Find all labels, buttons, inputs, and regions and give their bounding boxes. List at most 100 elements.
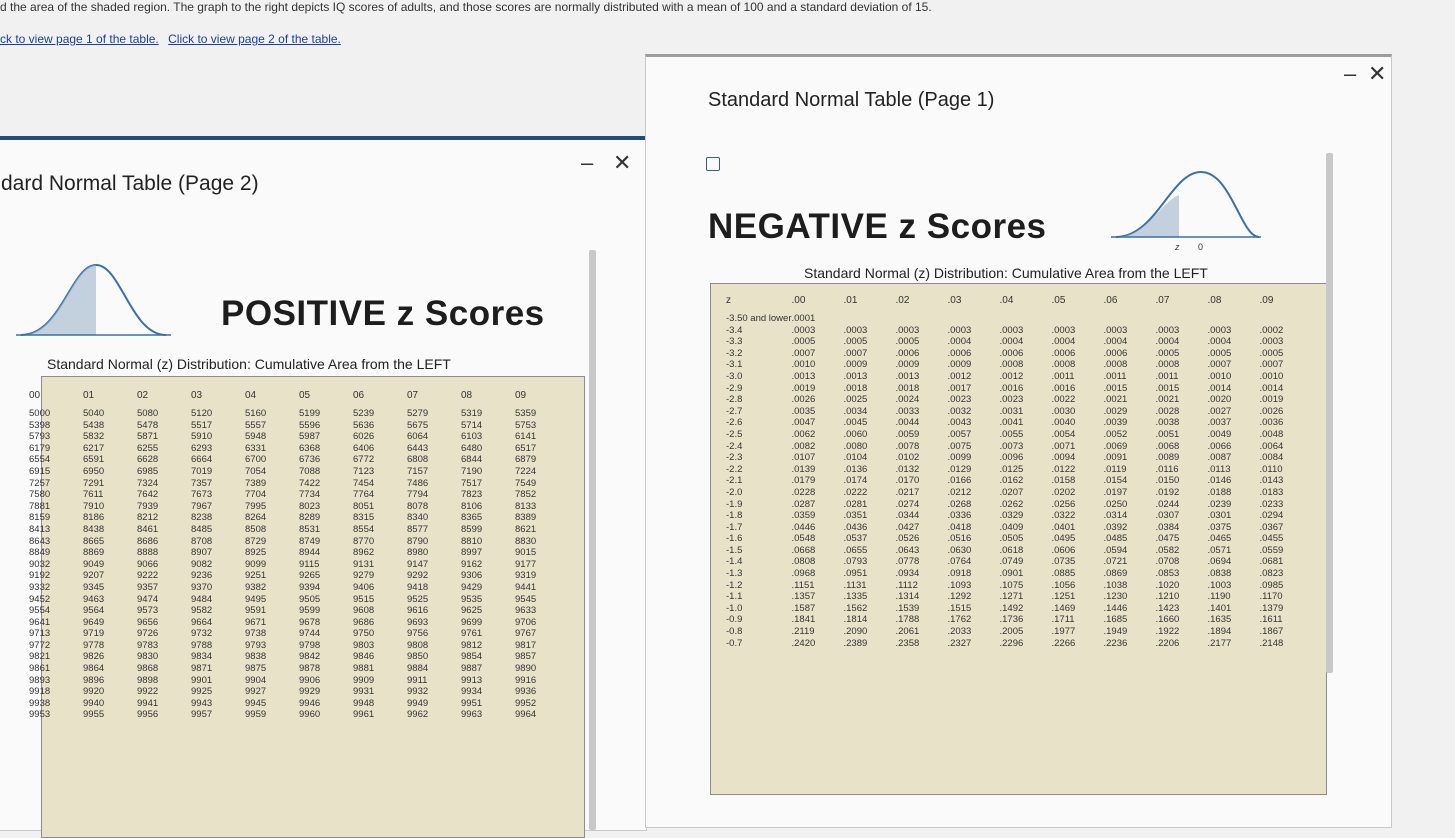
- column-header: 02: [137, 390, 149, 402]
- table-cell: .0838: [1207, 568, 1232, 580]
- table-cell: 5753: [515, 419, 537, 431]
- table-cell: 7190: [461, 465, 483, 477]
- table-cell: 9573: [137, 605, 159, 617]
- table-cell: .0418: [947, 521, 972, 533]
- table-cell: 7517: [461, 477, 483, 489]
- table-row: -3.0 .0013 .0013 .0013 .0012 .0012 .0011 .0011.…: [726, 371, 1311, 383]
- table-cell: 9854: [461, 651, 483, 663]
- table-cell: 9901: [191, 674, 213, 686]
- bell-curve-icon: z 0: [1111, 170, 1261, 252]
- page1-scrollbar[interactable]: [1326, 153, 1333, 673]
- close-button[interactable]: ✕: [1368, 61, 1386, 87]
- table-cell: 9962: [407, 709, 429, 721]
- table-cell: -2.7: [726, 405, 743, 417]
- table-cell: 5793: [29, 431, 51, 443]
- table-cell: -1.0: [726, 602, 743, 614]
- table-cell: 8849: [29, 547, 51, 559]
- table-cell: 9803: [353, 639, 375, 651]
- close-button[interactable]: ✕: [613, 150, 631, 176]
- table-cell: 9207: [83, 570, 105, 582]
- page2-scrollbar[interactable]: [589, 250, 596, 830]
- table-cell: .0066: [1207, 440, 1232, 452]
- link-page-2[interactable]: Click to view page 2 of the table.: [168, 32, 341, 46]
- table-cell: .0003: [1155, 324, 1180, 336]
- table-cell: .0668: [791, 544, 816, 556]
- table-cell: .0694: [1207, 556, 1232, 568]
- table-cell: 9793: [245, 639, 267, 651]
- table-row: -1.8 .0359 .0351 .0344 .0336 .0329 .0322 .0314.…: [726, 510, 1311, 522]
- table-row: -1.9 .0287 .0281 .0274 .0268 .0262 .0256 .0250.…: [726, 499, 1311, 511]
- table-cell: 5398: [29, 419, 51, 431]
- minimize-button[interactable]: –: [581, 150, 593, 176]
- table-cell: .0055: [999, 428, 1024, 440]
- table-cell: .0023: [999, 394, 1024, 406]
- table-cell: .0526: [895, 533, 920, 545]
- table-cell: 9115: [299, 558, 320, 570]
- table-cell: .1335: [843, 591, 868, 603]
- table-cell: 7422: [299, 477, 321, 489]
- page2-heading: POSITIVE z Scores: [221, 294, 545, 333]
- minimize-button[interactable]: –: [1344, 61, 1356, 87]
- table-cell: 6879: [515, 454, 537, 466]
- table-cell: .0808: [791, 556, 816, 568]
- table-cell: .2296: [999, 637, 1024, 649]
- table-cell: 6664: [191, 454, 213, 466]
- table-cell: 8461: [137, 523, 159, 535]
- table-cell: .0104: [843, 452, 868, 464]
- table-cell: .0301: [1207, 510, 1232, 522]
- column-header: 07: [407, 390, 419, 402]
- table-cell: .0007: [843, 347, 868, 359]
- table-cell: .1423: [1155, 602, 1180, 614]
- table-cell: 8531: [299, 523, 321, 535]
- column-header: 08: [461, 390, 473, 402]
- table-cell: 9406: [353, 581, 375, 593]
- table-row: -1.7 .0446 .0436 .0427 .0418 .0409 .0401 .0392.…: [726, 522, 1311, 534]
- link-page-1[interactable]: ck to view page 1 of the table.: [0, 32, 159, 46]
- table-cell: -1.5: [726, 544, 743, 556]
- table-cell: .0281: [843, 498, 868, 510]
- table-cell: .0052: [1103, 428, 1128, 440]
- table-cell: .0136: [843, 463, 868, 475]
- table-cell: 6480: [461, 442, 483, 454]
- table-cell: -1.6: [726, 533, 743, 545]
- table-cell: -2.0: [726, 486, 743, 498]
- table-row: -2.1 .0179 .0174 .0170 .0166 .0162 .0158 .0154.…: [726, 475, 1311, 487]
- table-cell: .0003: [1103, 324, 1128, 336]
- table-row: 9713 9719 9726 9732 9738 9744 9750 9756 9761 9767: [29, 628, 569, 640]
- document-icon[interactable]: [706, 157, 720, 171]
- table-cell: 9826: [83, 651, 105, 663]
- table-cell: .0618: [999, 544, 1024, 556]
- table-cell: .0778: [895, 556, 920, 568]
- table-cell: .0823: [1259, 568, 1284, 580]
- table-cell: -2.2: [726, 463, 743, 475]
- table-row: 5793 5832 5871 5910 5948 5987 6026 6064 6103 6141: [29, 431, 569, 443]
- table-cell: 9726: [137, 628, 159, 640]
- table-cell: .0051: [1155, 428, 1180, 440]
- table-cell: 7291: [83, 477, 105, 489]
- table-cell: .0012: [947, 370, 972, 382]
- table-row: 6179 6217 6255 6293 6331 6368 6406 6443 6480 6517: [29, 443, 569, 455]
- table-cell: 9884: [407, 663, 429, 675]
- table-cell: 9147: [407, 558, 429, 570]
- table-cell: .0045: [843, 417, 868, 429]
- table-cell: .0003: [1207, 324, 1232, 336]
- table-cell: 7157: [407, 465, 429, 477]
- table-cell: 9131: [353, 558, 375, 570]
- table-cell: .0013: [791, 370, 816, 382]
- table-cell: .0934: [895, 568, 920, 580]
- table-cell: .0516: [947, 533, 972, 545]
- table-row: -3.50 and lower .0001: [726, 313, 1311, 325]
- table-cell: 9738: [245, 628, 267, 640]
- table-cell: .0096: [999, 452, 1024, 464]
- table-cell: .0918: [947, 568, 972, 580]
- table-cell: 9525: [407, 593, 429, 605]
- table-cell: 6844: [461, 454, 483, 466]
- table-cell: .1075: [999, 579, 1024, 591]
- table-cell: -1.9: [726, 498, 743, 510]
- table-cell: 9756: [407, 628, 429, 640]
- column-header: 03: [191, 390, 203, 402]
- table-cell: .0007: [1259, 359, 1284, 371]
- table-cell: .1611: [1259, 614, 1283, 626]
- table-cell: .0080: [843, 440, 868, 452]
- table-cell: .0028: [1155, 405, 1180, 417]
